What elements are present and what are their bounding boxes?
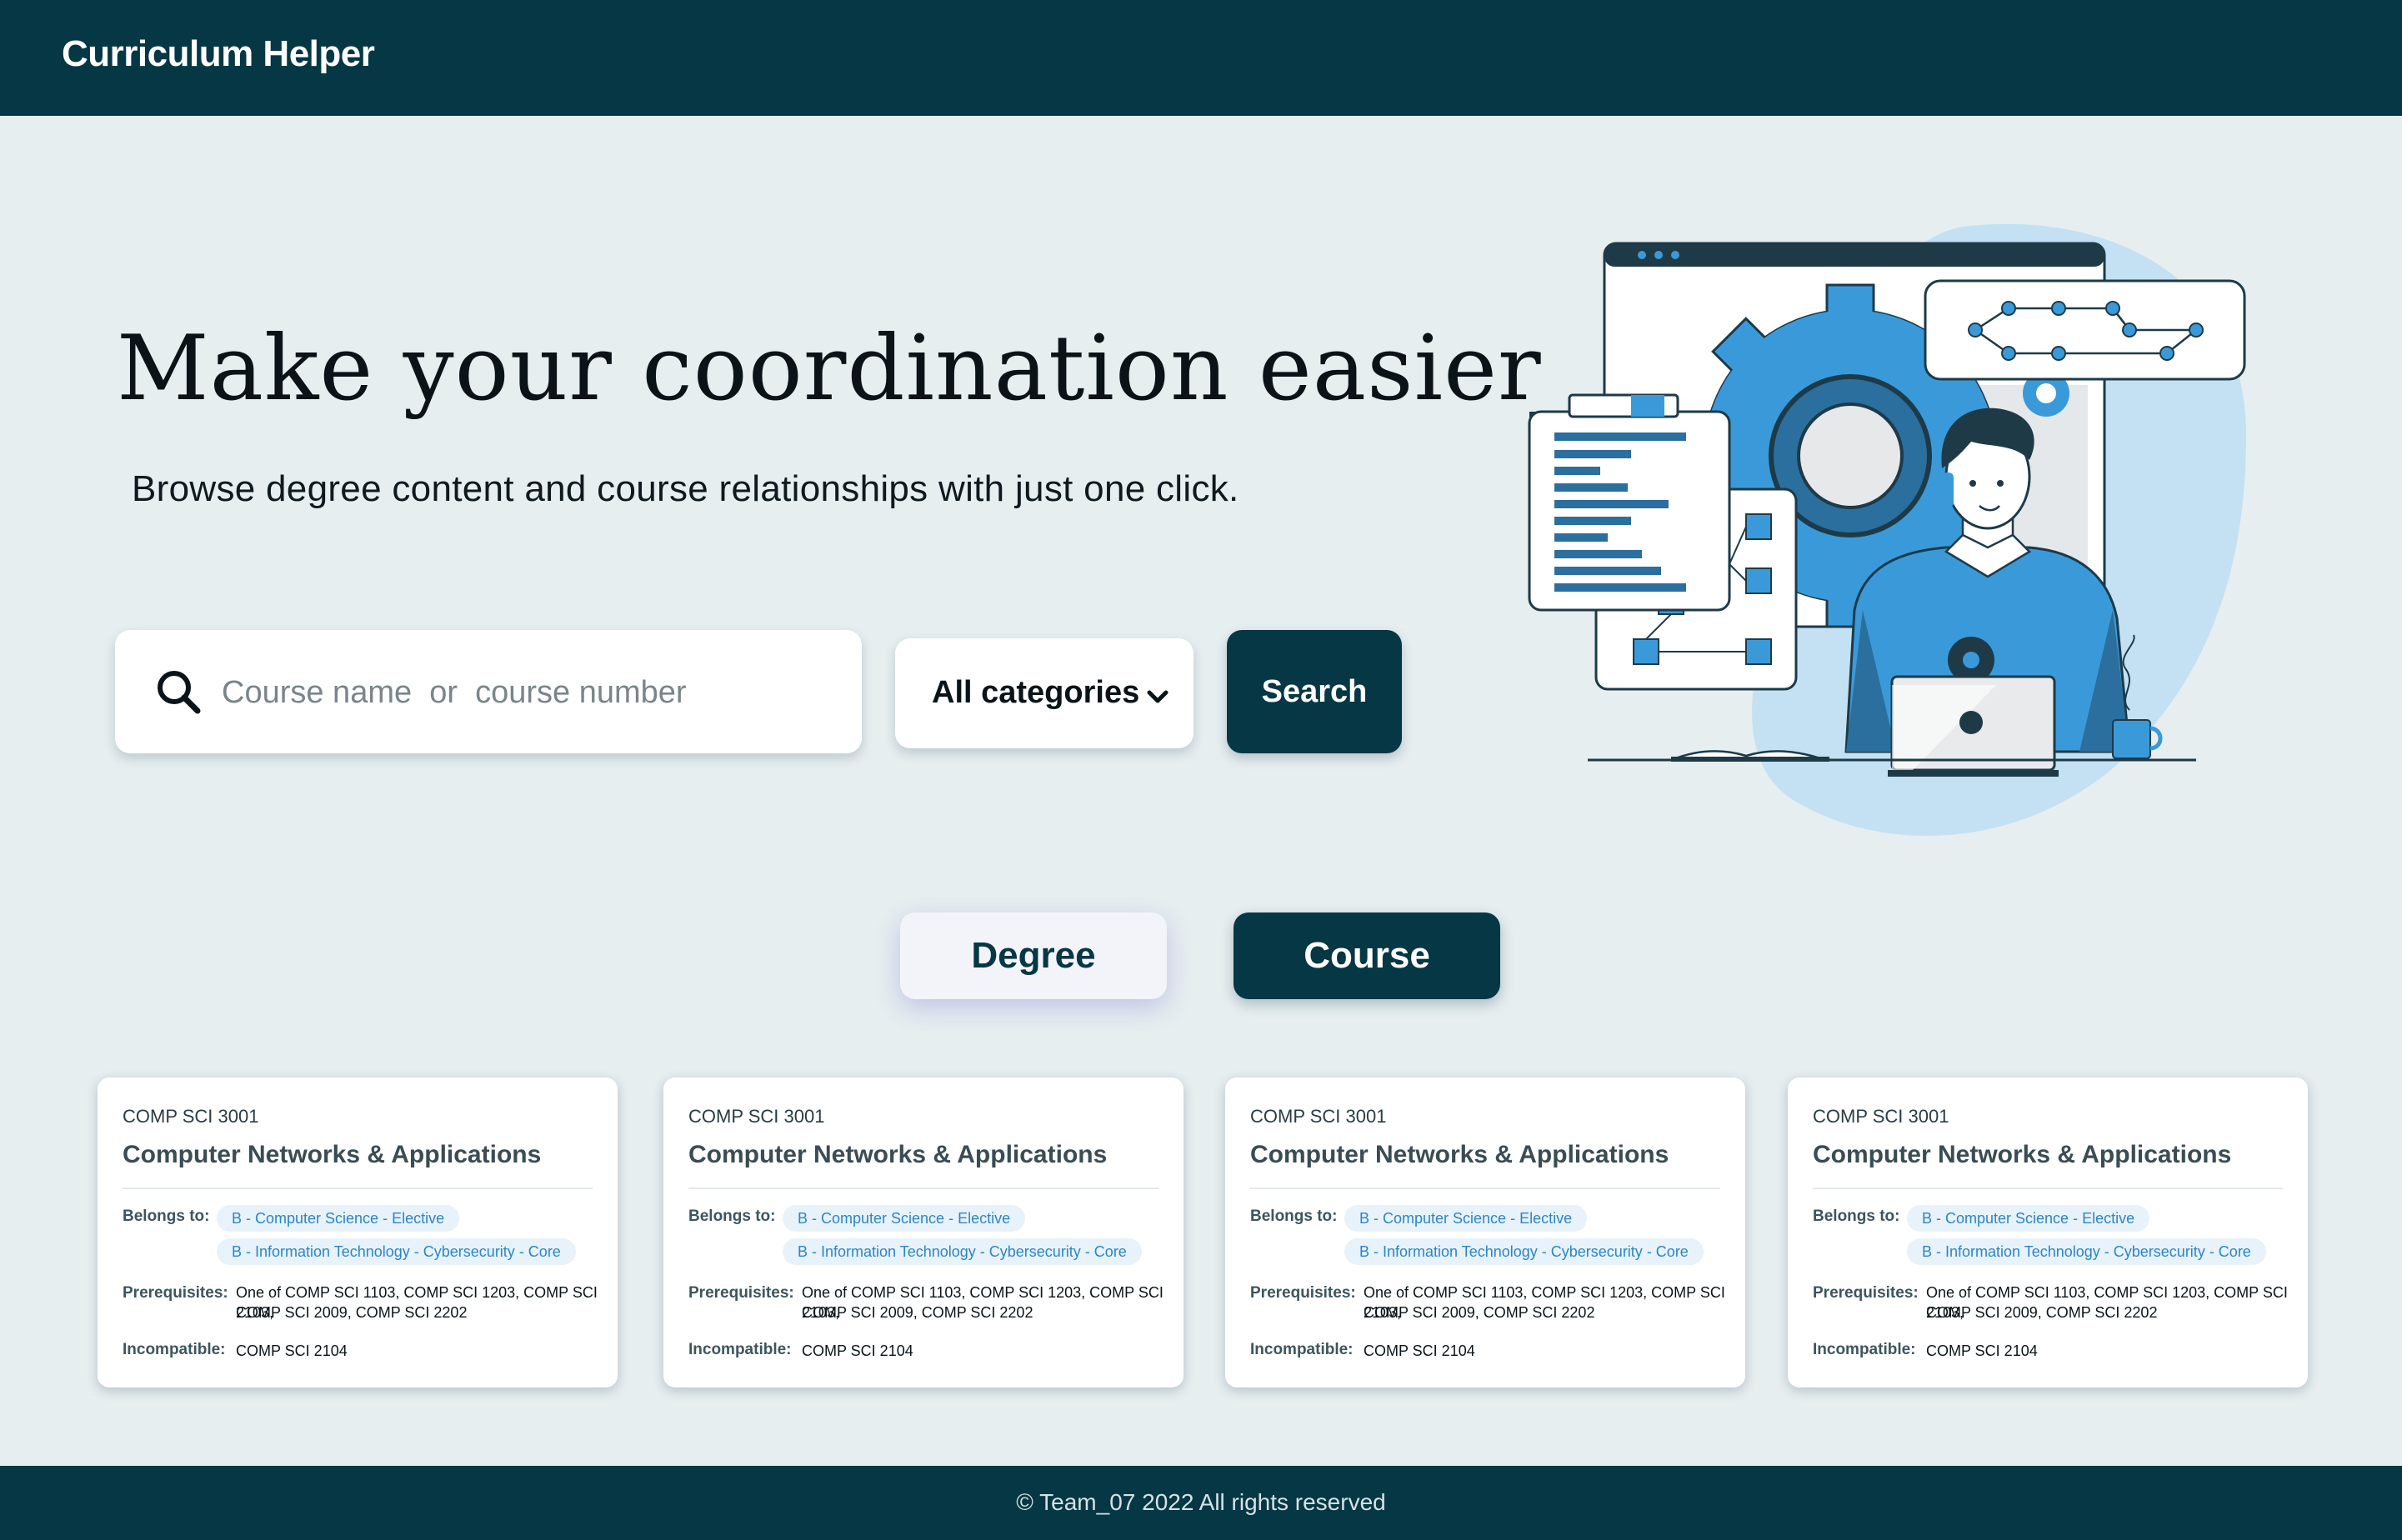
divider xyxy=(123,1188,593,1189)
course-card[interactable]: COMP SCI 3001 Computer Networks & Applic… xyxy=(1788,1078,2308,1388)
degree-tag[interactable]: B - Computer Science - Elective xyxy=(1907,1205,2150,1232)
course-title[interactable]: Computer Networks & Applications xyxy=(1813,1141,2231,1169)
incompatible-label: Incompatible: xyxy=(1813,1341,1916,1358)
prerequisites-value-line2: COMP SCI 2009, COMP SCI 2202 xyxy=(1926,1304,2158,1321)
prerequisites-value-line2: COMP SCI 2009, COMP SCI 2202 xyxy=(802,1304,1033,1321)
belongs-to-label: Belongs to: xyxy=(1813,1208,1900,1225)
degree-tag[interactable]: B - Information Technology - Cybersecuri… xyxy=(783,1238,1142,1265)
degree-tag[interactable]: B - Computer Science - Elective xyxy=(783,1205,1026,1232)
incompatible-label: Incompatible: xyxy=(688,1341,792,1358)
course-title[interactable]: Computer Networks & Applications xyxy=(1250,1141,1669,1169)
search-icon xyxy=(158,671,201,714)
top-nav-bar: Curriculum Helper xyxy=(0,0,2402,116)
incompatible-value: COMP SCI 2104 xyxy=(236,1342,348,1359)
incompatible-value: COMP SCI 2104 xyxy=(802,1342,913,1359)
course-code: COMP SCI 3001 xyxy=(688,1106,825,1127)
course-code: COMP SCI 3001 xyxy=(1813,1106,1949,1127)
hero-subtitle: Browse degree content and course relatio… xyxy=(132,468,1239,509)
divider xyxy=(688,1188,1158,1189)
prerequisites-value-line2: COMP SCI 2009, COMP SCI 2202 xyxy=(236,1304,468,1321)
course-card[interactable]: COMP SCI 3001 Computer Networks & Applic… xyxy=(98,1078,618,1388)
category-selected-value: All categories xyxy=(932,675,1140,710)
belongs-to-label: Belongs to: xyxy=(1250,1208,1338,1225)
search-input[interactable] xyxy=(220,662,823,723)
search-box[interactable] xyxy=(115,630,862,753)
course-code: COMP SCI 3001 xyxy=(1250,1106,1387,1127)
degree-tag[interactable]: B - Computer Science - Elective xyxy=(217,1205,460,1232)
prerequisites-label: Prerequisites: xyxy=(123,1284,228,1302)
search-button[interactable]: Search xyxy=(1227,630,1402,753)
incompatible-value: COMP SCI 2104 xyxy=(1364,1342,1475,1359)
degree-tag[interactable]: B - Information Technology - Cybersecuri… xyxy=(1344,1238,1704,1265)
course-tab[interactable]: Course xyxy=(1234,912,1500,999)
degree-tag[interactable]: B - Information Technology - Cybersecuri… xyxy=(1907,1238,2266,1265)
divider xyxy=(1250,1188,1720,1189)
prerequisites-value-line2: COMP SCI 2009, COMP SCI 2202 xyxy=(1364,1304,1595,1321)
divider xyxy=(1813,1188,2283,1189)
degree-tab[interactable]: Degree xyxy=(900,912,1167,999)
prerequisites-label: Prerequisites: xyxy=(688,1284,794,1302)
prerequisites-label: Prerequisites: xyxy=(1250,1284,1356,1302)
chevron-down-icon xyxy=(1147,690,1168,703)
hero-illustration xyxy=(1528,223,2246,836)
incompatible-value: COMP SCI 2104 xyxy=(1926,1342,2038,1359)
course-title[interactable]: Computer Networks & Applications xyxy=(688,1141,1107,1169)
course-title[interactable]: Computer Networks & Applications xyxy=(123,1141,541,1169)
incompatible-label: Incompatible: xyxy=(1250,1341,1354,1358)
course-card[interactable]: COMP SCI 3001 Computer Networks & Applic… xyxy=(663,1078,1183,1388)
app-title[interactable]: Curriculum Helper xyxy=(62,33,375,75)
hero-title: Make your coordination easier xyxy=(117,317,1542,421)
belongs-to-label: Belongs to: xyxy=(688,1208,776,1225)
copyright-text: © Team_07 2022 All rights reserved xyxy=(1016,1489,1386,1515)
degree-tag[interactable]: B - Information Technology - Cybersecuri… xyxy=(217,1238,576,1265)
belongs-to-label: Belongs to: xyxy=(123,1208,210,1225)
footer: © Team_07 2022 All rights reserved xyxy=(0,1466,2402,1540)
course-card[interactable]: COMP SCI 3001 Computer Networks & Applic… xyxy=(1225,1078,1745,1388)
course-code: COMP SCI 3001 xyxy=(123,1106,259,1127)
prerequisites-label: Prerequisites: xyxy=(1813,1284,1919,1302)
incompatible-label: Incompatible: xyxy=(123,1341,226,1358)
category-select[interactable]: All categories xyxy=(895,638,1193,748)
degree-tag[interactable]: B - Computer Science - Elective xyxy=(1344,1205,1588,1232)
